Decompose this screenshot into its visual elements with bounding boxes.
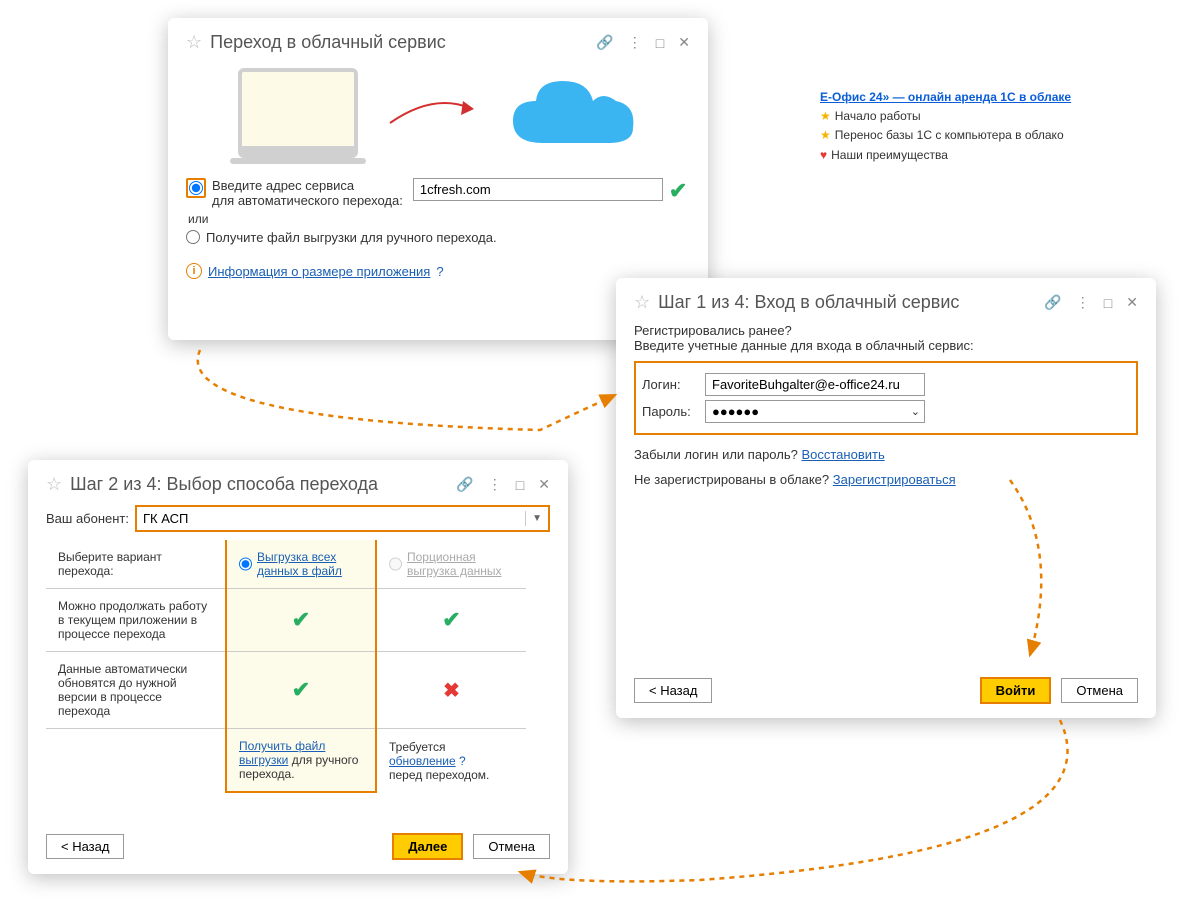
check-icon: ✔ xyxy=(292,607,310,632)
opt-full-export[interactable]: Выгрузка всех данных в файл xyxy=(257,550,363,578)
link-icon[interactable]: 🔗 xyxy=(596,34,613,51)
subscriber-value[interactable] xyxy=(137,507,525,530)
radio-portion-export xyxy=(389,557,402,571)
reveal-password-icon[interactable]: ⌄ xyxy=(907,405,924,418)
row-continue-work: Можно продолжать работу в текущем прилож… xyxy=(46,589,226,652)
info-icon: i xyxy=(186,263,202,279)
laptop-icon xyxy=(238,68,358,158)
back-button[interactable]: < Назад xyxy=(46,834,124,859)
window-title: Шаг 2 из 4: Выбор способа перехода xyxy=(70,474,456,495)
next-button[interactable]: Далее xyxy=(392,833,463,860)
cloud-icon xyxy=(508,73,638,153)
update-link[interactable]: обновление xyxy=(389,754,456,768)
subscriber-select[interactable]: ▼ xyxy=(135,505,550,532)
dropdown-icon[interactable]: ▼ xyxy=(525,511,548,526)
maximize-icon[interactable]: □ xyxy=(656,35,664,51)
radio-auto-address[interactable] xyxy=(189,181,203,195)
credentials-box: Логин: Пароль: ⌄ xyxy=(634,361,1138,435)
close-icon[interactable]: ✕ xyxy=(538,476,550,493)
password-input[interactable] xyxy=(706,401,907,422)
choose-label: Выберите вариант перехода: xyxy=(46,540,226,589)
maximize-icon[interactable]: □ xyxy=(516,477,524,493)
window-login: ☆ Шаг 1 из 4: Вход в облачный сервис 🔗 ⋮… xyxy=(616,278,1156,718)
titlebar: ☆ Шаг 1 из 4: Вход в облачный сервис 🔗 ⋮… xyxy=(634,292,1138,313)
link-icon[interactable]: 🔗 xyxy=(456,476,473,493)
star-icon: ★ xyxy=(820,126,831,145)
sidebar-item[interactable]: Начало работы xyxy=(835,107,921,126)
favorite-star-icon[interactable]: ☆ xyxy=(634,292,650,313)
or-label: или xyxy=(188,212,690,226)
service-address-input[interactable] xyxy=(413,178,663,201)
favorite-star-icon[interactable]: ☆ xyxy=(186,32,202,53)
recover-link[interactable]: Восстановить xyxy=(801,447,884,462)
foot2-suffix: перед переходом. xyxy=(389,768,489,782)
radio-full-export[interactable] xyxy=(239,557,252,571)
titlebar: ☆ Шаг 2 из 4: Выбор способа перехода 🔗 ⋮… xyxy=(46,474,550,495)
subscriber-label: Ваш абонент: xyxy=(46,511,129,526)
heart-icon: ♥ xyxy=(820,146,827,165)
menu-icon[interactable]: ⋮ xyxy=(488,476,502,493)
radio-manual-label: Получите файл выгрузки для ручного перех… xyxy=(206,230,497,245)
illustration xyxy=(186,68,690,158)
sidebar-title[interactable]: Е-Офис 24» — онлайн аренда 1С в облаке xyxy=(820,88,1071,107)
titlebar: ☆ Переход в облачный сервис 🔗 ⋮ □ ✕ xyxy=(186,32,690,53)
register-link[interactable]: Зарегистрироваться xyxy=(833,472,956,487)
foot2-prefix: Требуется xyxy=(389,740,445,754)
row-auto-update: Данные автоматически обновятся до нужной… xyxy=(46,652,226,729)
noreg-label: Не зарегистрированы в облаке? xyxy=(634,472,829,487)
close-icon[interactable]: ✕ xyxy=(678,34,690,51)
favorite-star-icon[interactable]: ☆ xyxy=(46,474,62,495)
login-label: Логин: xyxy=(642,377,697,392)
help-icon[interactable]: ? xyxy=(459,754,466,768)
maximize-icon[interactable]: □ xyxy=(1104,295,1112,311)
options-table: Выберите вариант перехода: Выгрузка всех… xyxy=(46,540,526,793)
cancel-button[interactable]: Отмена xyxy=(473,834,550,859)
star-icon: ★ xyxy=(820,107,831,126)
link-icon[interactable]: 🔗 xyxy=(1044,294,1061,311)
sidebar-item[interactable]: Перенос базы 1С с компьютера в облако xyxy=(835,126,1064,145)
prompt-registered: Регистрировались ранее? xyxy=(634,323,1138,338)
app-size-info-link[interactable]: Информация о размере приложения xyxy=(208,264,430,279)
menu-icon[interactable]: ⋮ xyxy=(628,34,642,51)
check-icon: ✔ xyxy=(442,607,460,632)
sidebar-links: Е-Офис 24» — онлайн аренда 1С в облаке ★… xyxy=(820,88,1071,165)
forgot-label: Забыли логин или пароль? xyxy=(634,447,798,462)
radio-manual-export[interactable] xyxy=(186,230,200,244)
radio-auto-highlight xyxy=(186,178,206,198)
back-button[interactable]: < Назад xyxy=(634,678,712,703)
menu-icon[interactable]: ⋮ xyxy=(1076,294,1090,311)
password-label: Пароль: xyxy=(642,404,697,419)
opt-portion-export: Порционная выгрузка данных xyxy=(407,550,514,578)
window-choose-method: ☆ Шаг 2 из 4: Выбор способа перехода 🔗 ⋮… xyxy=(28,460,568,874)
help-icon[interactable]: ? xyxy=(436,264,443,279)
sidebar-item[interactable]: Наши преимущества xyxy=(831,146,948,165)
check-icon: ✔ xyxy=(292,677,310,702)
prompt-enter-creds: Введите учетные данные для входа в облач… xyxy=(634,338,1138,353)
cancel-button[interactable]: Отмена xyxy=(1061,678,1138,703)
x-icon: ✖ xyxy=(443,680,460,702)
window-title: Переход в облачный сервис xyxy=(210,32,596,53)
check-icon: ✔ xyxy=(669,178,687,204)
radio-auto-label-2: для автоматического перехода: xyxy=(212,193,403,208)
radio-auto-label-1: Введите адрес сервиса xyxy=(212,178,403,193)
close-icon[interactable]: ✕ xyxy=(1126,294,1138,311)
login-input[interactable] xyxy=(705,373,925,396)
login-button[interactable]: Войти xyxy=(980,677,1052,704)
arrow-icon xyxy=(388,93,478,133)
window-title: Шаг 1 из 4: Вход в облачный сервис xyxy=(658,292,1044,313)
